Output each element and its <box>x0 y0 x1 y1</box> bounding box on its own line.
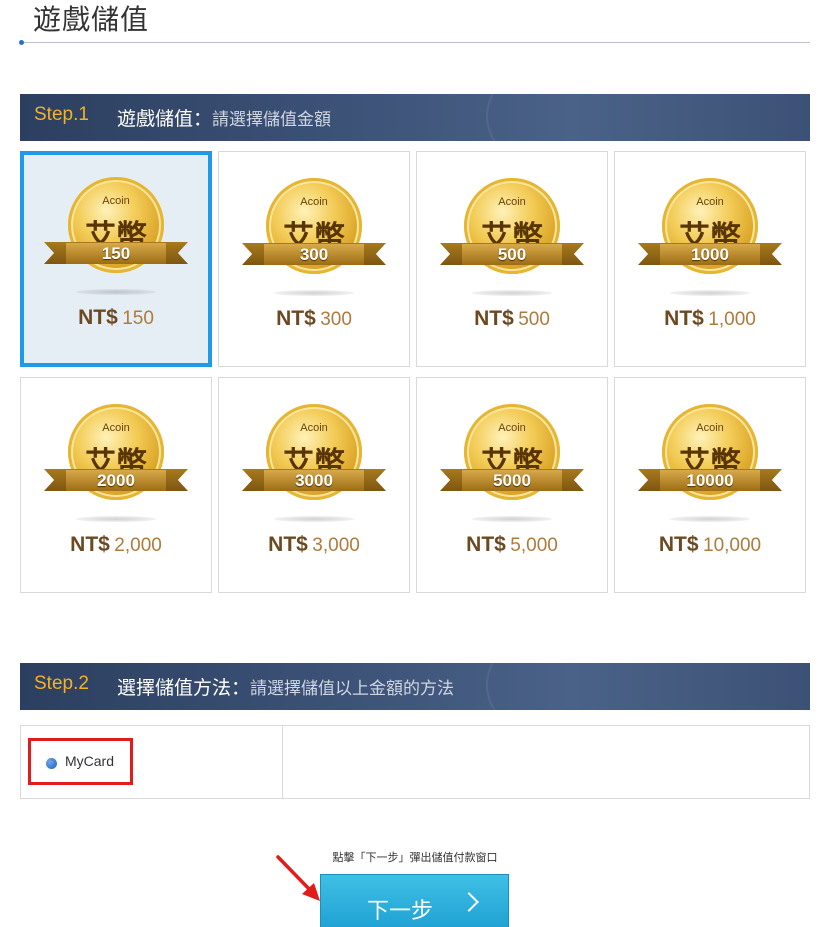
coin-brand: Acoin <box>300 196 328 208</box>
coin-brand: Acoin <box>498 196 526 208</box>
price-currency: NT$ <box>474 307 514 330</box>
coin-value: 3000 <box>295 471 333 490</box>
price-amount: 5,000 <box>510 535 558 556</box>
coin-option-150[interactable]: Acoin 艾幣 150 NT$ 150 <box>20 151 212 367</box>
coin-price: NT$ 2,000 <box>21 533 211 557</box>
title-divider-dot <box>19 40 24 45</box>
coin-brand: Acoin <box>102 195 130 207</box>
coin-value: 5000 <box>493 471 531 490</box>
coin-brand: Acoin <box>696 422 724 434</box>
payment-option-label: MyCard <box>65 753 115 769</box>
next-step-button[interactable]: 下一步 <box>320 874 509 927</box>
payment-option-mycard[interactable]: MyCard <box>28 738 133 785</box>
coin-shadow <box>670 290 750 296</box>
red-arrow-icon <box>276 855 320 901</box>
page-title: 遊戲儲值 <box>33 3 150 36</box>
coin-price: NT$ 3,000 <box>219 533 409 557</box>
price-currency: NT$ <box>268 533 308 556</box>
coin-value: 150 <box>101 244 131 263</box>
coin-value: 2000 <box>97 471 135 490</box>
coin-value: 1000 <box>691 245 729 264</box>
coin-option-2000[interactable]: Acoin 艾幣 2000 NT$ 2,000 <box>20 377 212 593</box>
step2-label: Step.2 <box>34 673 89 694</box>
coin-brand: Acoin <box>696 196 724 208</box>
price-amount: 10,000 <box>703 535 762 556</box>
price-currency: NT$ <box>276 307 316 330</box>
step1-name: 遊戲儲值： <box>117 108 213 130</box>
price-amount: 500 <box>518 309 550 330</box>
coin-price: NT$ 1,000 <box>615 307 805 331</box>
coin-value: 10000 <box>686 471 734 490</box>
coin-option-10000[interactable]: Acoin 艾幣 10000 NT$ 10,000 <box>614 377 806 593</box>
coin-price: NT$ 150 <box>24 306 208 330</box>
step1-title: 遊戲儲值：請選擇儲值金額 <box>117 104 331 131</box>
price-currency: NT$ <box>658 533 699 556</box>
coin-option-5000[interactable]: Acoin 艾幣 5000 NT$ 5,000 <box>416 377 608 593</box>
coin-value: 500 <box>497 245 527 264</box>
coin-price: NT$ 5,000 <box>417 533 607 557</box>
price-currency: NT$ <box>78 306 118 329</box>
coin-option-3000[interactable]: Acoin 艾幣 3000 NT$ 3,000 <box>218 377 410 593</box>
price-currency: NT$ <box>664 307 704 330</box>
coin-option-1000[interactable]: Acoin 艾幣 1000 NT$ 1,000 <box>614 151 806 367</box>
coin-shadow <box>274 516 354 522</box>
step1-header: Step.1 遊戲儲值：請選擇儲值金額 <box>20 94 810 141</box>
coin-price: NT$ 300 <box>219 307 409 331</box>
payment-method-table: MyCard <box>20 725 810 799</box>
step2-name: 選擇儲值方法： <box>117 677 251 699</box>
radio-dot-icon[interactable] <box>46 758 57 769</box>
step2-hint: 請選擇儲值以上金額的方法 <box>250 679 455 699</box>
price-amount: 3,000 <box>312 535 360 556</box>
price-amount: 150 <box>122 308 154 329</box>
table-divider <box>282 726 283 798</box>
coin-price: NT$ 500 <box>417 307 607 331</box>
coin-value: 300 <box>299 245 329 264</box>
step2-title: 選擇儲值方法：請選擇儲值以上金額的方法 <box>117 673 454 700</box>
coin-shadow <box>76 516 156 522</box>
price-amount: 1,000 <box>708 309 756 330</box>
coin-shadow <box>76 289 156 295</box>
coin-option-500[interactable]: Acoin 艾幣 500 NT$ 500 <box>416 151 608 367</box>
coin-shadow <box>670 516 750 522</box>
chevron-right-icon <box>459 892 479 912</box>
coin-option-300[interactable]: Acoin 艾幣 300 NT$ 300 <box>218 151 410 367</box>
coin-shadow <box>274 290 354 296</box>
title-divider <box>20 42 810 43</box>
price-amount: 2,000 <box>114 535 162 556</box>
next-hint: 點擊「下一步」彈出儲值付款窗口 <box>332 851 498 864</box>
price-currency: NT$ <box>70 533 110 556</box>
coin-brand: Acoin <box>102 422 130 434</box>
coin-brand: Acoin <box>300 422 328 434</box>
coin-shadow <box>472 516 552 522</box>
price-currency: NT$ <box>466 533 506 556</box>
step1-hint: 請選擇儲值金額 <box>212 110 332 130</box>
coin-price: NT$ 10,000 <box>615 533 805 557</box>
next-step-label: 下一步 <box>367 899 434 924</box>
coin-shadow <box>472 290 552 296</box>
price-amount: 300 <box>320 309 352 330</box>
step2-header: Step.2 選擇儲值方法：請選擇儲值以上金額的方法 <box>20 663 810 710</box>
coin-brand: Acoin <box>498 422 526 434</box>
step1-label: Step.1 <box>34 104 89 125</box>
